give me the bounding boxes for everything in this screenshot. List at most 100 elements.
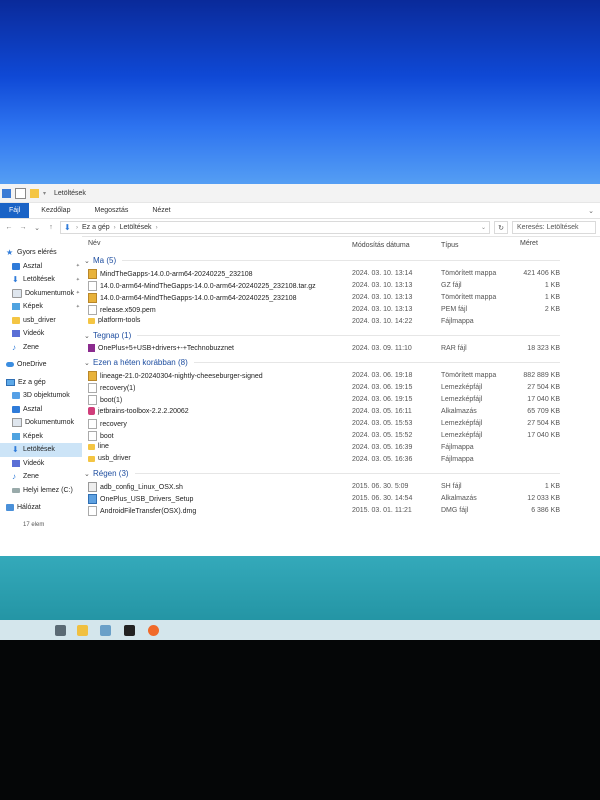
sidebar-item-this-pc[interactable]: Ez a gép: [0, 376, 82, 390]
sidebar-item-label: Gyors elérés: [17, 249, 57, 257]
file-row[interactable]: boot 2024. 03. 05. 15:52 Lemezképfájl 17 04…: [84, 429, 600, 441]
tab-file[interactable]: Fájl: [0, 203, 30, 218]
sidebar-item-desktop-pc[interactable]: Asztal: [0, 403, 82, 417]
file-row[interactable]: AndroidFileTransfer(OSX).dmg 2015. 03. 01…: [84, 504, 600, 516]
up-arrow-icon[interactable]: ↑: [46, 224, 56, 231]
file-date: 2024. 03. 05. 16:36: [352, 456, 413, 463]
file-date: 2024. 03. 10. 13:14: [352, 270, 413, 277]
sidebar-item-documents[interactable]: Dokumentumok ✦: [0, 287, 82, 301]
sidebar-item-label: Asztal: [23, 262, 43, 270]
sidebar-item-label: Ez a gép: [18, 378, 46, 386]
file-row[interactable]: MindTheGapps-14.0.0-arm64-20240225_23210…: [84, 267, 600, 279]
group-header[interactable]: ⌄ Régen (3): [84, 467, 600, 480]
forward-arrow-icon[interactable]: →: [18, 224, 28, 231]
sidebar-item-downloads[interactable]: ⬇ Letöltések ✦: [0, 273, 82, 287]
sidebar-item-documents-pc[interactable]: Dokumentumok: [0, 416, 82, 430]
group-divider: [122, 260, 560, 261]
archive-icon: [88, 293, 97, 303]
sidebar-item-3d-objects[interactable]: 3D objektumok: [0, 389, 82, 403]
column-size[interactable]: Méret: [520, 240, 538, 247]
file-name: 14.0.0-arm64-MindTheGapps-14.0.0-arm64-2…: [100, 294, 297, 302]
file-row[interactable]: 14.0.0-arm64-MindTheGapps-14.0.0-arm64-2…: [84, 279, 600, 291]
breadcrumb-downloads[interactable]: Letöltések: [120, 224, 152, 231]
tab-home[interactable]: Kezdőlap: [29, 203, 82, 218]
file-row[interactable]: recovery 2024. 03. 05. 15:53 Lemezképfájl 2…: [84, 417, 600, 429]
file-name: platform-tools: [98, 317, 141, 324]
tab-view[interactable]: Nézet: [140, 203, 182, 218]
chevron-down-icon[interactable]: ⌄: [84, 359, 93, 367]
expand-ribbon-icon[interactable]: ⌄: [582, 203, 600, 218]
column-date[interactable]: Módosítás dátuma: [352, 242, 410, 249]
file-row[interactable]: release.x509.pem 2024. 03. 10. 13:13 PEM f…: [84, 303, 600, 315]
address-bar[interactable]: ⬇ › Ez a gép › Letöltések › ⌄: [60, 221, 490, 234]
breadcrumb-this-pc[interactable]: Ez a gép: [82, 224, 110, 231]
back-arrow-icon[interactable]: ←: [4, 224, 14, 231]
search-input[interactable]: Keresés: Letöltések: [512, 221, 596, 234]
file-row[interactable]: recovery(1) 2024. 03. 06. 19:15 Lemezképfá…: [84, 381, 600, 393]
column-type[interactable]: Típus: [441, 242, 459, 249]
sidebar-item-quick-access[interactable]: ★ Gyors elérés: [0, 246, 82, 260]
refresh-icon[interactable]: ↻: [494, 221, 508, 234]
search-placeholder: Keresés: Letöltések: [517, 224, 579, 231]
file-icon: [88, 395, 97, 405]
file-name: recovery: [100, 420, 127, 428]
group-header[interactable]: ⌄ Ezen a héten korábban (8): [84, 356, 600, 369]
store-taskbar-icon[interactable]: [100, 625, 111, 636]
file-name: OnePlus+5+USB+drivers+-+Technobuzznet: [98, 344, 234, 352]
sidebar-item-pictures[interactable]: Képek ✦: [0, 300, 82, 314]
task-view-icon[interactable]: [55, 625, 66, 636]
pin-icon: ✦: [75, 290, 80, 297]
sidebar-item-label: Dokumentumok: [25, 419, 75, 427]
archive-icon: [88, 269, 97, 279]
sidebar-item-music[interactable]: ♪ Zene: [0, 341, 82, 355]
sidebar-item-local-disk[interactable]: Helyi lemez (C:): [0, 484, 82, 498]
file-row[interactable]: jetbrains-toolbox-2.2.2.20062 2024. 03. 0…: [84, 405, 600, 417]
new-folder-icon[interactable]: [30, 188, 39, 198]
chevron-down-icon[interactable]: ⌄: [84, 332, 93, 340]
file-date: 2024. 03. 05. 15:52: [352, 432, 413, 439]
sidebar-item-pictures-pc[interactable]: Képek: [0, 430, 82, 444]
file-row[interactable]: 14.0.0-arm64-MindTheGapps-14.0.0-arm64-2…: [84, 291, 600, 303]
terminal-taskbar-icon[interactable]: [124, 625, 135, 636]
file-row[interactable]: OnePlus_USB_Drivers_Setup 2015. 06. 30. 1…: [84, 492, 600, 504]
file-date: 2024. 03. 10. 14:22: [352, 318, 413, 325]
sidebar-item-downloads-pc[interactable]: ⬇ Letöltések: [0, 443, 82, 457]
address-dropdown-icon[interactable]: ⌄: [481, 224, 486, 231]
file-name-cell: recovery(1): [88, 383, 135, 393]
file-row[interactable]: OnePlus+5+USB+drivers+-+Technobuzznet 202…: [84, 342, 600, 354]
customize-toolbar-icon[interactable]: ▾: [43, 190, 46, 197]
firefox-taskbar-icon[interactable]: [148, 625, 159, 636]
group-header[interactable]: ⌄ Ma (5): [84, 254, 600, 267]
sidebar-item-videos[interactable]: Videók: [0, 327, 82, 341]
sidebar-item-music-pc[interactable]: ♪ Zene: [0, 470, 82, 484]
file-size: 1 KB: [544, 294, 560, 301]
group-header[interactable]: ⌄ Tegnap (1): [84, 329, 600, 342]
file-explorer-taskbar-icon[interactable]: [77, 625, 88, 636]
file-type: Fájlmappa: [441, 318, 474, 325]
file-row[interactable]: platform-tools 2024. 03. 10. 14:22 Fájlmap…: [84, 315, 600, 327]
download-icon: ⬇: [12, 275, 19, 285]
sidebar-item-desktop[interactable]: Asztal ✦: [0, 260, 82, 274]
sidebar-item-network[interactable]: Hálózat: [0, 501, 82, 515]
file-row[interactable]: line 2024. 03. 05. 16:39 Fájlmappa: [84, 441, 600, 453]
recent-locations-icon[interactable]: ⌄: [32, 224, 42, 232]
file-row[interactable]: lineage-21.0-20240304-nightly-cheeseburg…: [84, 369, 600, 381]
quick-access-toolbar-icon[interactable]: [2, 188, 11, 198]
file-row[interactable]: adb_config_Linux_OSX.sh 2015. 06. 30. 5:0…: [84, 480, 600, 492]
file-row[interactable]: usb_driver 2024. 03. 05. 16:36 Fájlmappa: [84, 453, 600, 465]
group-label: Tegnap (1): [93, 331, 132, 340]
properties-icon[interactable]: [15, 187, 26, 199]
file-icon: [88, 431, 97, 441]
sidebar-item-onedrive[interactable]: OneDrive: [0, 358, 82, 372]
file-size: 1 KB: [544, 483, 560, 490]
tab-share[interactable]: Megosztás: [82, 203, 140, 218]
sidebar-item-usb-driver[interactable]: usb_driver: [0, 314, 82, 328]
chevron-down-icon[interactable]: ⌄: [84, 257, 93, 265]
sidebar-item-videos-pc[interactable]: Videók: [0, 457, 82, 471]
star-icon: ★: [6, 248, 14, 258]
column-name[interactable]: Név: [88, 240, 100, 247]
group-label: Ma (5): [93, 256, 117, 265]
file-name: line: [98, 443, 109, 450]
file-row[interactable]: boot(1) 2024. 03. 06. 19:15 Lemezképfájl 17…: [84, 393, 600, 405]
chevron-down-icon[interactable]: ⌄: [84, 470, 93, 478]
